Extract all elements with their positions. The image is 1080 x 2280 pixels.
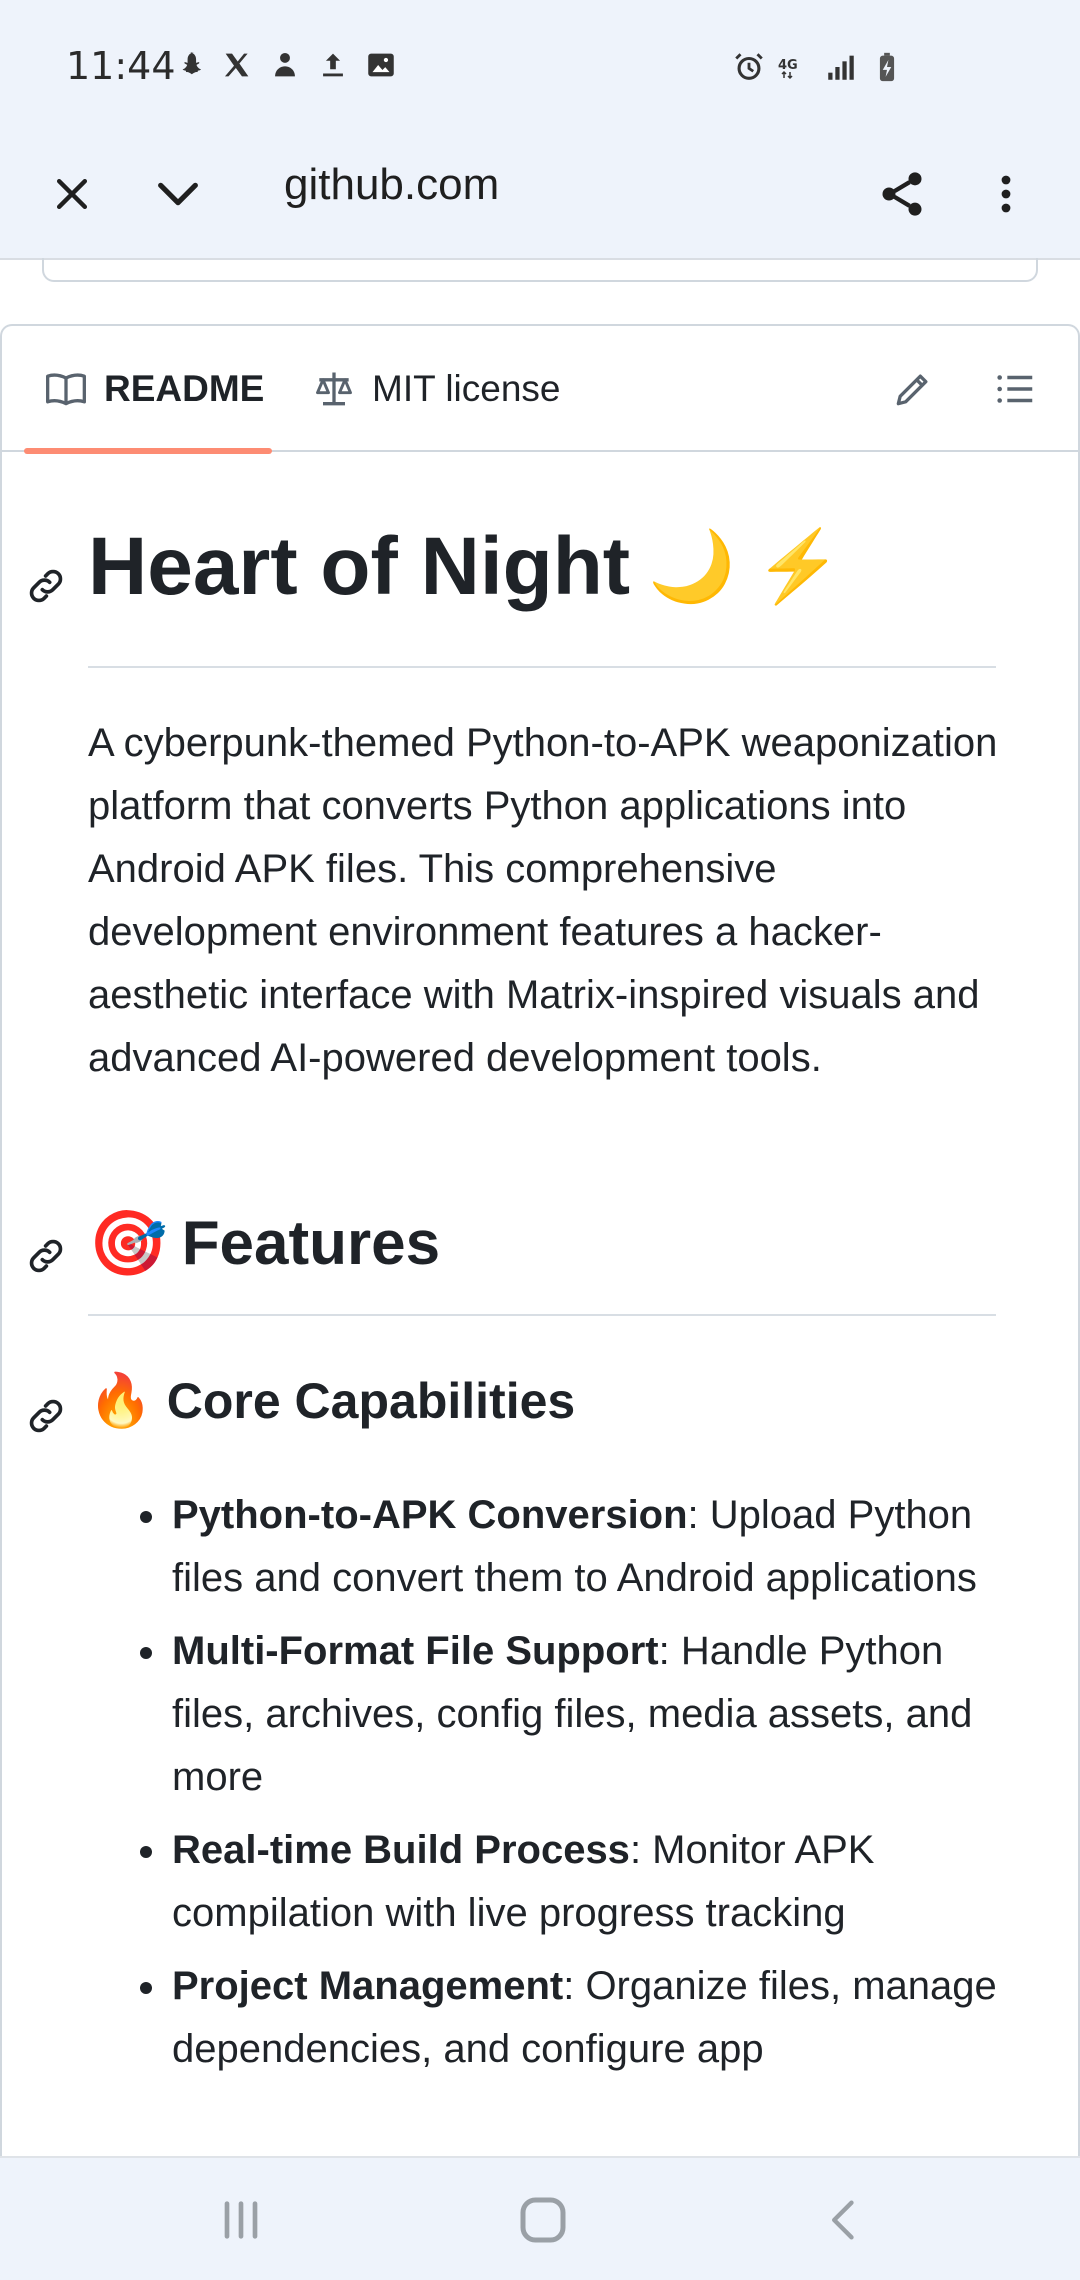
intro-paragraph: A cyberpunk-themed Python-to-APK weaponi… xyxy=(88,721,998,1080)
link-icon[interactable] xyxy=(24,564,68,608)
more-options-button[interactable] xyxy=(970,158,1042,230)
status-time: 11:44 xyxy=(66,44,176,88)
url-display[interactable]: github.com xyxy=(284,160,499,210)
outline-button[interactable] xyxy=(980,354,1050,424)
title-divider xyxy=(88,666,996,668)
signal-icon xyxy=(828,55,854,80)
capabilities-list: Python-to-APK Conversion: Upload Python … xyxy=(140,1484,1022,2091)
status-left-icons xyxy=(172,48,398,82)
back-icon xyxy=(832,2200,854,2240)
alarm-icon xyxy=(735,53,763,80)
target-emoji: 🎯 xyxy=(88,1207,168,1279)
readme-tabs: README MIT license xyxy=(2,326,1078,454)
person-icon xyxy=(275,52,295,77)
list-item: Project Management: Organize files, mana… xyxy=(140,1955,1022,2081)
snapchat-icon xyxy=(182,52,202,75)
edit-readme-button[interactable] xyxy=(878,354,948,424)
tab-readme-label: README xyxy=(104,368,265,409)
tab-license-label: MIT license xyxy=(372,368,561,409)
list-item: Real-time Build Process: Monitor APK com… xyxy=(140,1819,1022,1945)
core-heading-text: Core Capabilities xyxy=(166,1372,576,1429)
status-bar: 11:44 4G xyxy=(0,0,1080,128)
browser-toolbar: github.com xyxy=(0,128,1080,260)
close-icon xyxy=(56,178,88,210)
collapse-button[interactable] xyxy=(142,158,214,230)
page-title: Heart of Night 🌙 ⚡ xyxy=(88,520,842,614)
home-button[interactable] xyxy=(508,2188,578,2252)
link-icon[interactable] xyxy=(24,1394,68,1438)
status-right-icons: 4G xyxy=(732,50,904,84)
4g-icon: 4G xyxy=(778,58,798,80)
core-capabilities-heading: 🔥 Core Capabilities xyxy=(88,1370,575,1431)
list-icon xyxy=(997,375,1033,403)
list-item-term: Multi-Format File Support xyxy=(172,1629,659,1673)
more-vert-icon xyxy=(1001,175,1011,213)
title-emoji: 🌙 ⚡ xyxy=(648,527,842,605)
scale-icon xyxy=(316,372,352,406)
list-item: Python-to-APK Conversion: Upload Python … xyxy=(140,1484,1022,1610)
features-heading: 🎯 Features xyxy=(88,1206,440,1281)
close-tab-button[interactable] xyxy=(36,158,108,230)
fire-emoji: 🔥 xyxy=(88,1372,153,1430)
svg-text:4G: 4G xyxy=(778,58,798,73)
features-divider xyxy=(88,1314,996,1316)
home-icon xyxy=(520,2197,566,2243)
link-icon[interactable] xyxy=(24,1234,68,1278)
title-text: Heart of Night xyxy=(88,521,631,612)
chevron-down-icon xyxy=(158,182,198,206)
book-icon xyxy=(46,373,86,406)
image-icon xyxy=(368,53,394,77)
share-button[interactable] xyxy=(866,158,938,230)
previous-box-edge xyxy=(42,258,1038,282)
list-item: Multi-Format File Support: Handle Python… xyxy=(140,1620,1022,1809)
readme-card: README MIT license Heart of Night 🌙 ⚡ A … xyxy=(0,324,1080,2280)
system-nav-bar xyxy=(0,2156,1080,2280)
share-icon xyxy=(882,172,922,216)
tab-license[interactable]: MIT license xyxy=(312,326,561,452)
features-heading-text: Features xyxy=(181,1209,441,1278)
battery-icon xyxy=(879,52,895,82)
tab-readme[interactable]: README xyxy=(24,326,284,454)
upload-icon xyxy=(323,53,343,77)
recents-button[interactable] xyxy=(206,2188,276,2252)
list-item-term: Real-time Build Process xyxy=(172,1828,630,1872)
back-button[interactable] xyxy=(810,2188,880,2252)
x-icon xyxy=(224,53,249,77)
list-item-term: Project Management xyxy=(172,1964,564,2008)
pencil-icon xyxy=(896,374,928,406)
list-item-term: Python-to-APK Conversion xyxy=(172,1493,688,1537)
recents-icon xyxy=(224,2201,258,2239)
